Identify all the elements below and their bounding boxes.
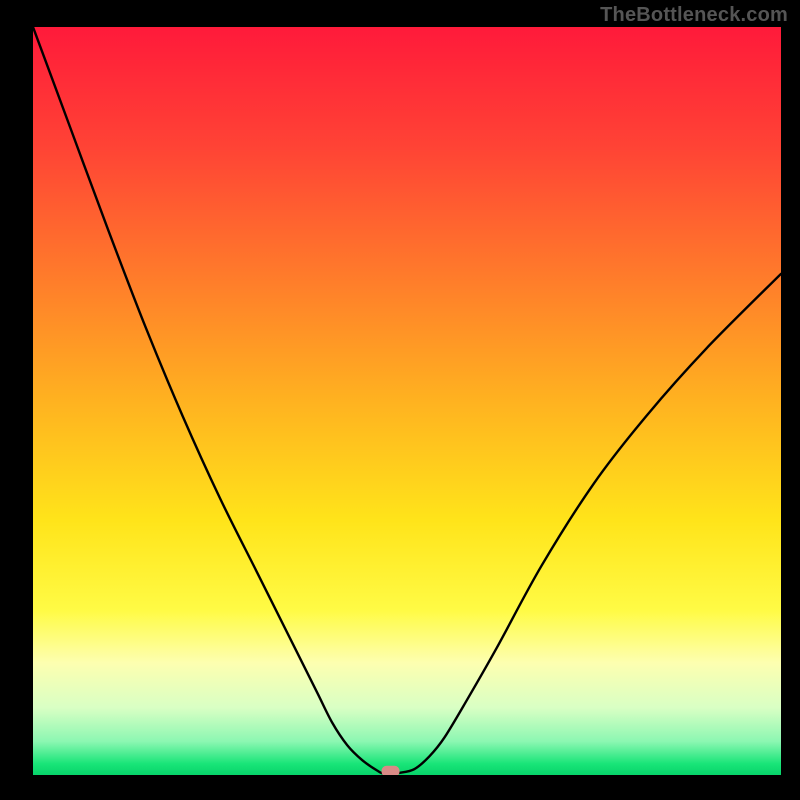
plot-area — [33, 27, 781, 775]
gradient-background — [33, 27, 781, 775]
optimum-marker — [382, 766, 400, 775]
watermark-text: TheBottleneck.com — [600, 4, 788, 27]
bottleneck-chart — [33, 27, 781, 775]
chart-frame: TheBottleneck.com — [0, 0, 800, 800]
